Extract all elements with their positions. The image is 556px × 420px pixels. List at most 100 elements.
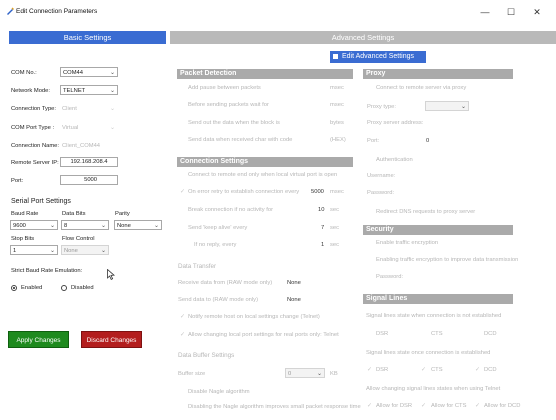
error-retry-value[interactable]: 5000 bbox=[311, 189, 324, 195]
remote-only-label: Connect to remote end only when local vi… bbox=[188, 172, 338, 178]
char-unit: (HEX) bbox=[330, 137, 346, 143]
data-bits-value: 8 bbox=[64, 223, 68, 229]
parity-select[interactable]: None ⌄ bbox=[114, 220, 162, 230]
basic-settings-header[interactable]: Basic Settings bbox=[9, 31, 166, 44]
proxy-title: Proxy bbox=[363, 69, 513, 79]
connection-name-value: Client_COM44 bbox=[62, 143, 101, 149]
check-icon: ✓ bbox=[367, 403, 373, 409]
flow-control-value: None bbox=[64, 248, 78, 254]
close-button[interactable]: ✕ bbox=[526, 5, 548, 19]
remote-ip-label: Remote Server IP: bbox=[11, 160, 59, 166]
allow-dcd-label: Allow for DCD bbox=[484, 403, 521, 409]
chevron-down-icon: ⌄ bbox=[100, 223, 106, 229]
connection-name-label: Connection Name: bbox=[11, 143, 60, 149]
network-mode-select[interactable]: TELNET ⌄ bbox=[60, 85, 118, 95]
disabled-label: Disabled bbox=[71, 285, 94, 291]
pause-label: Add pause between packets bbox=[188, 85, 261, 91]
chevron-down-icon: ⌄ bbox=[100, 248, 106, 254]
network-mode-value: TELNET bbox=[63, 88, 86, 94]
com-port-type-label: COM Port Type : bbox=[11, 125, 55, 131]
break-value[interactable]: 10 bbox=[318, 207, 324, 213]
enabled-label: Enabled bbox=[21, 285, 43, 291]
enabled-radio[interactable] bbox=[11, 285, 17, 291]
chevron-down-icon: ⌄ bbox=[109, 70, 115, 76]
allow-telnet-label: Allow changing signal lines states when … bbox=[366, 386, 501, 392]
dcd-label-1: DCD bbox=[484, 331, 497, 337]
sendout-unit: bytes bbox=[330, 120, 344, 126]
cts-label-1: CTS bbox=[431, 331, 443, 337]
signal-lines-title: Signal Lines bbox=[363, 294, 513, 304]
com-no-select[interactable]: COM44 ⌄ bbox=[60, 67, 118, 77]
reply-label: If no reply, every bbox=[194, 242, 237, 248]
allow-label: Allow changing local port settings for r… bbox=[188, 332, 339, 338]
before-label: Before sending packets wait for bbox=[188, 102, 269, 108]
mouse-cursor-icon bbox=[107, 269, 115, 280]
com-port-type-value: Virtual bbox=[62, 125, 79, 131]
proxy-type-label: Proxy type: bbox=[367, 104, 396, 110]
pause-unit: msec bbox=[330, 85, 344, 91]
break-unit: sec bbox=[330, 207, 340, 213]
check-icon: ✓ bbox=[421, 403, 427, 409]
nagle-desc: Disabling the Nagle algorithm improves s… bbox=[188, 404, 361, 410]
chevron-down-icon: ⌄ bbox=[110, 106, 116, 112]
check-icon: ✓ bbox=[367, 367, 373, 373]
strict-baud-label: Strict Baud Rate Emulation: bbox=[11, 268, 83, 274]
receive-value[interactable]: None bbox=[287, 280, 301, 286]
maximize-button[interactable]: ☐ bbox=[500, 5, 522, 19]
error-retry-label: On error retry to establish connection e… bbox=[188, 189, 300, 195]
data-buffer-title: Data Buffer Settings bbox=[178, 352, 235, 359]
baud-rate-label: Baud Rate bbox=[11, 211, 39, 217]
check-icon: ✓ bbox=[475, 367, 481, 373]
sendout-label: Send out the data when the block is bbox=[188, 120, 280, 126]
window-title: Edit Connection Parameters bbox=[16, 8, 98, 15]
minimize-button[interactable]: — bbox=[474, 5, 496, 19]
chevron-down-icon: ⌄ bbox=[110, 125, 116, 131]
connection-type-label: Connection Type: bbox=[11, 106, 57, 112]
check-icon: ✓ bbox=[180, 314, 186, 320]
advanced-settings-header[interactable]: Advanced Settings bbox=[170, 31, 556, 44]
keepalive-unit: sec bbox=[330, 225, 340, 231]
buffer-size-unit: KB bbox=[330, 371, 338, 377]
data-bits-label: Data Bits bbox=[62, 211, 86, 217]
port-input[interactable]: 5000 bbox=[60, 175, 118, 185]
dsr-label-2: DSR bbox=[376, 367, 389, 373]
discard-changes-button[interactable]: Discard Changes bbox=[81, 331, 142, 348]
send-label: Send data to (RAW mode only) bbox=[178, 297, 259, 303]
dns-label: Redirect DNS requests to proxy server bbox=[376, 209, 476, 215]
flow-control-select[interactable]: None ⌄ bbox=[61, 245, 109, 255]
buffer-size-value: 0 bbox=[288, 371, 292, 377]
stop-bits-select[interactable]: 1 ⌄ bbox=[10, 245, 58, 255]
auth-label: Authentication bbox=[376, 157, 413, 163]
remote-ip-input[interactable]: 192.168.208.4 bbox=[60, 157, 118, 167]
buffer-size-label: Buffer size bbox=[178, 371, 206, 377]
edit-advanced-label: Edit Advanced Settings bbox=[342, 53, 414, 60]
reply-value[interactable]: 1 bbox=[321, 242, 324, 248]
keepalive-value[interactable]: 7 bbox=[321, 225, 324, 231]
allow-dsr-label: Allow for DSR bbox=[376, 403, 413, 409]
baud-rate-value: 9600 bbox=[13, 223, 26, 229]
com-no-value: COM44 bbox=[63, 70, 83, 76]
not-established-label: Signal lines state when connection is no… bbox=[366, 313, 502, 319]
apply-changes-button[interactable]: Apply Changes bbox=[8, 331, 69, 348]
before-unit: msec bbox=[330, 102, 344, 108]
chevron-down-icon: ⌄ bbox=[109, 88, 115, 94]
baud-rate-select[interactable]: 9600 ⌄ bbox=[10, 220, 58, 230]
established-label: Signal lines state once connection is es… bbox=[366, 350, 491, 356]
send-value[interactable]: None bbox=[287, 297, 301, 303]
network-mode-label: Network Mode: bbox=[11, 88, 50, 94]
notify-label: Notify remote host on local settings cha… bbox=[188, 314, 320, 320]
data-bits-select[interactable]: 8 ⌄ bbox=[61, 220, 109, 230]
security-title: Security bbox=[363, 225, 513, 235]
disabled-radio[interactable] bbox=[61, 285, 67, 291]
encryption-label: Enable traffic encryption bbox=[376, 240, 439, 246]
check-icon: ✓ bbox=[180, 189, 186, 195]
encryption-desc: Enabling traffic encryption to improve d… bbox=[376, 257, 519, 263]
chevron-down-icon: ⌄ bbox=[49, 248, 55, 254]
chevron-down-icon: ⌄ bbox=[316, 371, 322, 377]
stop-bits-value: 1 bbox=[13, 248, 17, 254]
buffer-size-select[interactable]: 0 ⌄ bbox=[285, 368, 325, 378]
proxy-port-value[interactable]: 0 bbox=[426, 138, 429, 144]
proxy-type-select[interactable]: ⌄ bbox=[425, 101, 469, 111]
com-no-label: COM No.: bbox=[11, 70, 37, 76]
edit-advanced-settings-button[interactable]: Edit Advanced Settings bbox=[330, 51, 426, 63]
